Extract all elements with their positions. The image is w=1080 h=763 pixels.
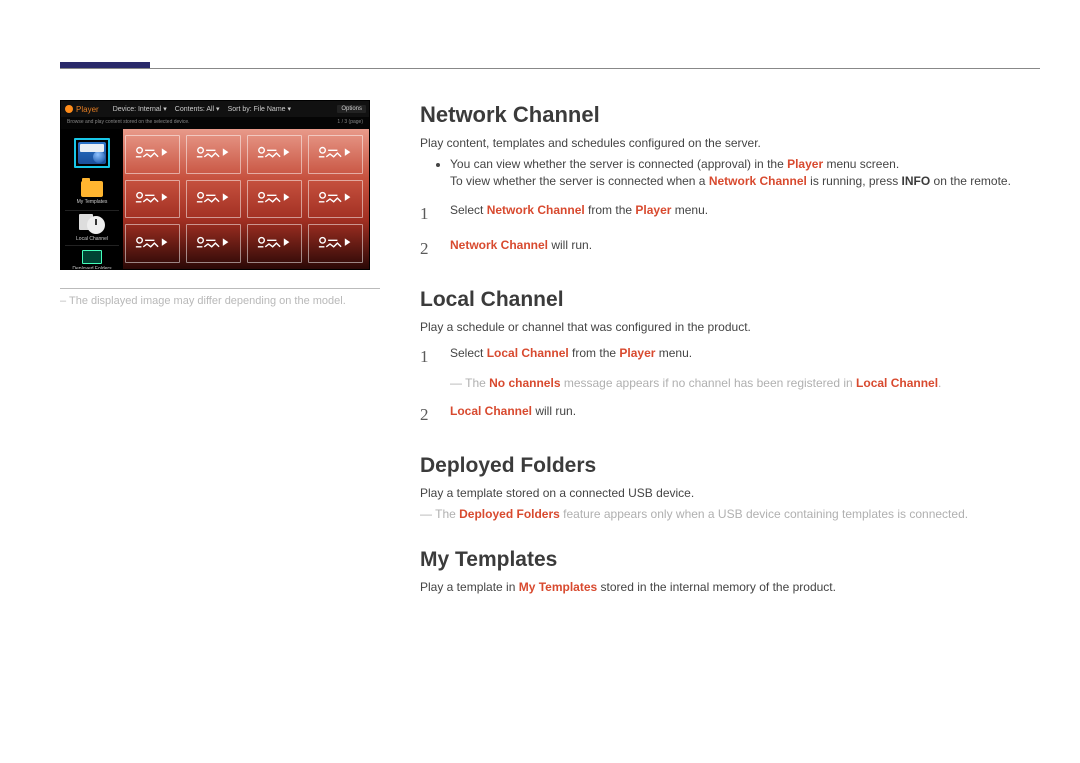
contents-dropdown[interactable]: Contents: All [175,105,220,113]
content-tile[interactable] [247,180,302,219]
globe-icon [78,142,106,164]
heading-local-channel: Local Channel [420,288,1040,312]
network-bullets: You can view whether the server is conne… [450,156,1040,191]
content-tile[interactable] [125,180,180,219]
content-tile[interactable] [125,135,180,174]
local-note: The No channels message appears if no ch… [450,375,1040,392]
sidebar-item-local-channel[interactable]: Local Channel [61,211,123,245]
content-tile[interactable] [308,180,363,219]
deployed-icon [82,250,102,264]
right-column: Network Channel Play content, templates … [420,100,1040,743]
content-tile[interactable] [186,135,241,174]
subbar-hint: Browse and play content stored on the se… [67,119,190,127]
device-dropdown[interactable]: Device: Internal [113,105,167,113]
sort-dropdown[interactable]: Sort by: File Name [228,105,291,113]
content-tile[interactable] [186,224,241,263]
disclaimer-rule [60,288,380,289]
left-column: Player Device: Internal Contents: All So… [60,100,380,743]
deployed-lead: Play a template stored on a connected US… [420,486,1040,500]
player-icon [65,105,73,113]
page-content: Player Device: Internal Contents: All So… [60,100,1040,743]
network-step-2: 2 Network Channel will run. [420,236,1040,262]
step-text: Network Channel will run. [450,236,592,262]
header-rule [60,68,1040,69]
schedule-icon [79,214,105,234]
heading-deployed-folders: Deployed Folders [420,454,1040,478]
sidebar-label-my-templates: My Templates [77,199,108,205]
step-text: Select Network Channel from the Player m… [450,201,708,227]
sidebar-label-deployed: Deployed Folders [72,266,111,270]
screenshot-dropdowns: Device: Internal Contents: All Sort by: … [113,105,291,113]
content-tile[interactable] [125,224,180,263]
screenshot-subbar: Browse and play content stored on the se… [61,117,369,129]
sidebar-item-deployed-folders[interactable]: Deployed Folders [61,246,123,270]
heading-network-channel: Network Channel [420,102,1040,128]
content-tile[interactable] [247,224,302,263]
content-tile[interactable] [308,224,363,263]
step-number: 1 [420,344,436,370]
sidebar-item-my-templates[interactable]: My Templates [61,176,123,210]
subbar-page: 1 / 3 (page) [337,119,363,127]
sidebar-item-network-channel[interactable] [61,129,123,176]
image-disclaimer: The displayed image may differ depending… [60,295,380,307]
step-number: 2 [420,402,436,428]
network-bullet-1: You can view whether the server is conne… [450,156,1040,191]
screenshot-titlebar: Player Device: Internal Contents: All So… [61,101,369,117]
templates-lead: Play a template in My Templates stored i… [420,580,1040,594]
local-step-1: 1 Select Local Channel from the Player m… [420,344,1040,370]
step-text: Local Channel will run. [450,402,576,428]
screenshot-tile-grid [123,129,369,269]
content-tile[interactable] [247,135,302,174]
step-text: Select Local Channel from the Player men… [450,344,692,370]
local-step-2: 2 Local Channel will run. [420,402,1040,428]
content-tile[interactable] [308,135,363,174]
screenshot-sidebar: My Templates Local Channel Deployed Fold… [61,129,123,269]
player-screenshot: Player Device: Internal Contents: All So… [60,100,370,270]
content-tile[interactable] [186,180,241,219]
network-step-1: 1 Select Network Channel from the Player… [420,201,1040,227]
folder-icon [81,181,103,197]
screenshot-body: My Templates Local Channel Deployed Fold… [61,129,369,269]
sidebar-label-local-channel: Local Channel [76,236,108,242]
selection-highlight [74,138,110,168]
player-title-text: Player [76,105,99,114]
deployed-note: The Deployed Folders feature appears onl… [420,506,1040,523]
network-lead: Play content, templates and schedules co… [420,136,1040,150]
options-button[interactable]: Options [337,105,366,113]
screenshot-title: Player [65,105,99,114]
step-number: 2 [420,236,436,262]
step-number: 1 [420,201,436,227]
local-lead: Play a schedule or channel that was conf… [420,320,1040,334]
heading-my-templates: My Templates [420,548,1040,572]
